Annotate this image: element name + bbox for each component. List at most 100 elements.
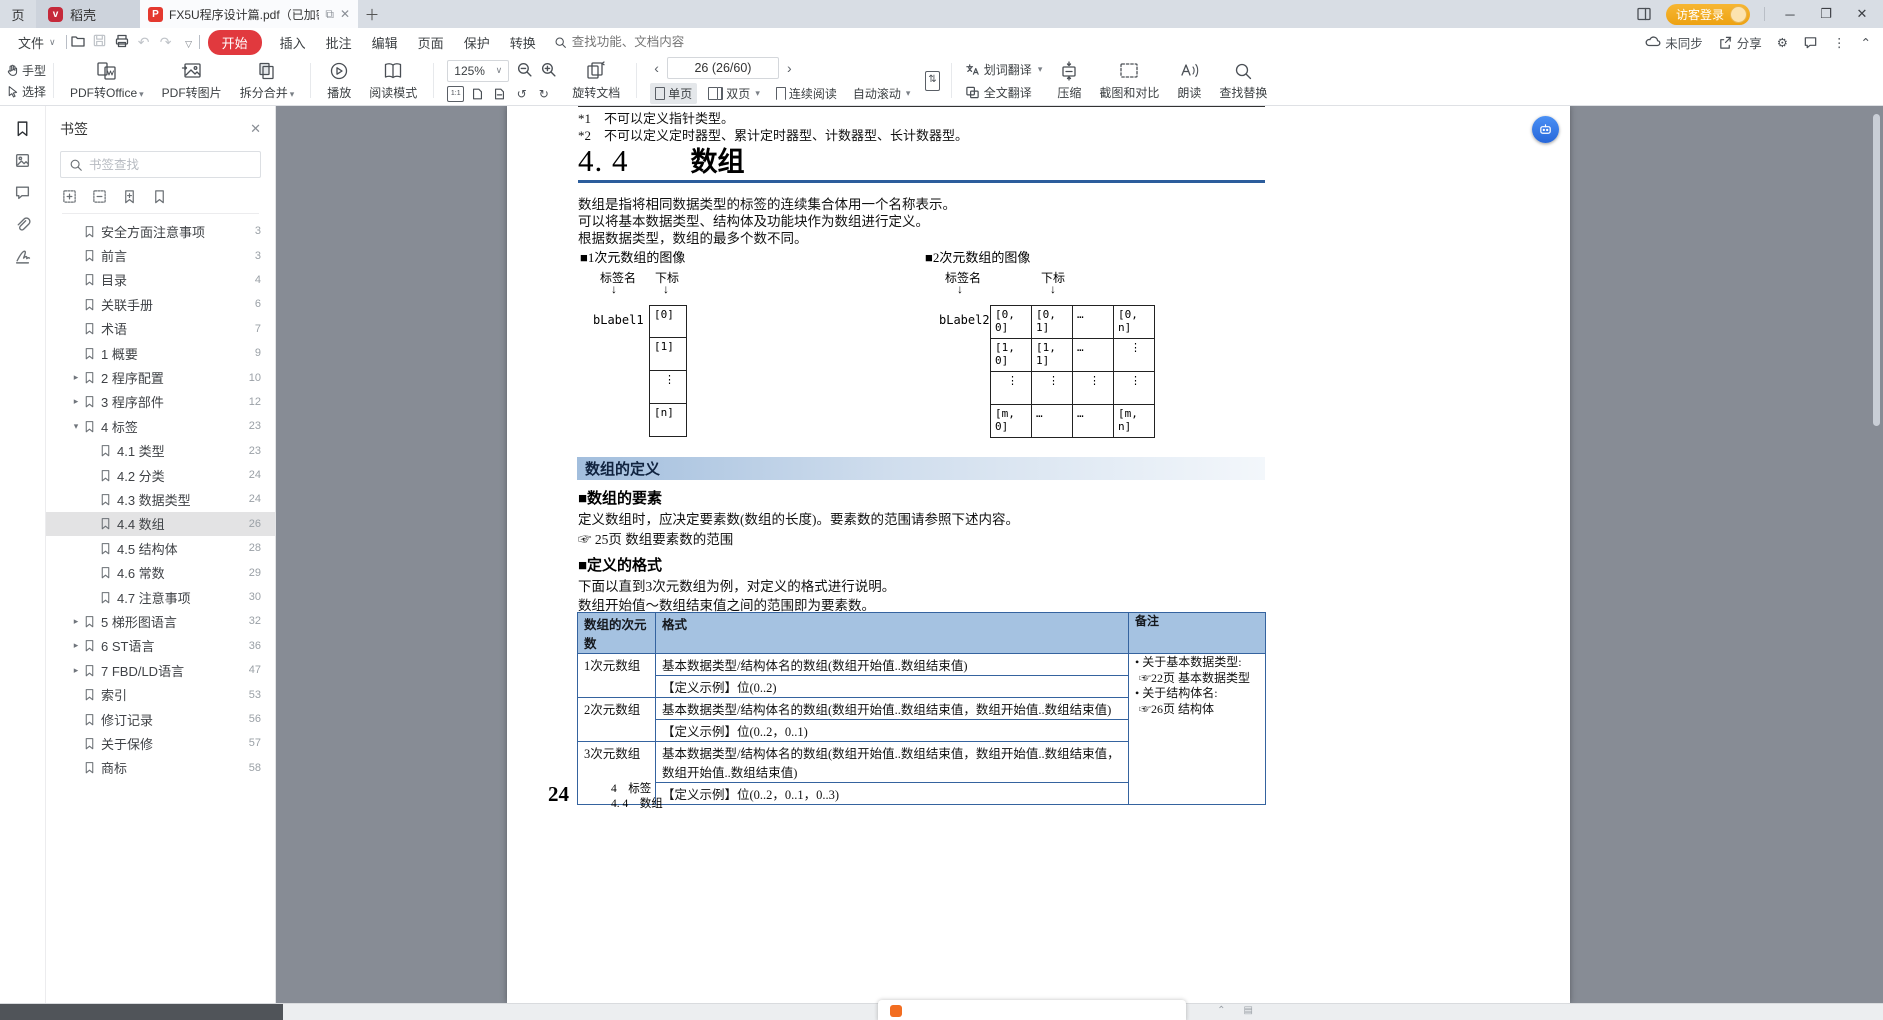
expand-arrow[interactable]: ▸: [69, 396, 83, 407]
guest-login-button[interactable]: 访客登录: [1666, 4, 1750, 25]
rotate-document-button[interactable]: 旋转文档: [563, 58, 629, 103]
bookmark-item[interactable]: 4.7 注意事项30: [46, 585, 275, 609]
bookmark-item[interactable]: ▸6 ST语言36: [46, 634, 275, 658]
expand-all-icon[interactable]: [62, 189, 77, 204]
pdf-to-office-button[interactable]: PDF转Office▾: [61, 58, 153, 103]
taskbar-app-button[interactable]: [878, 1000, 1186, 1020]
expand-arrow[interactable]: ▸: [69, 616, 83, 627]
bookmark-item[interactable]: 4.5 结构体28: [46, 536, 275, 560]
file-menu[interactable]: 文件∨: [8, 33, 66, 52]
bookmark-item[interactable]: ▸2 程序配置10: [46, 365, 275, 389]
bookmark-item[interactable]: 商标58: [46, 756, 275, 780]
split-merge-button[interactable]: 拆分合并▾: [231, 58, 304, 103]
global-search-input[interactable]: [572, 35, 692, 49]
comments-panel-icon[interactable]: [14, 184, 31, 201]
select-tool[interactable]: 选择: [6, 83, 46, 100]
add-bookmark-icon[interactable]: [122, 189, 137, 204]
read-aloud-button[interactable]: 朗读: [1168, 58, 1210, 103]
bookmarks-panel-icon[interactable]: [14, 120, 31, 137]
tab-home[interactable]: 页: [0, 0, 36, 28]
compress-button[interactable]: 压缩: [1048, 58, 1090, 103]
close-window-button[interactable]: ✕: [1851, 6, 1873, 22]
bookmark-item[interactable]: 索引53: [46, 682, 275, 706]
attachments-panel-icon[interactable]: [14, 216, 31, 233]
more-menu-icon[interactable]: ⋮: [1833, 35, 1846, 50]
close-tab-icon[interactable]: ✕: [340, 7, 350, 21]
previous-page-icon[interactable]: ‹: [650, 60, 663, 76]
zoom-out-icon[interactable]: [516, 61, 533, 81]
fit-width-icon[interactable]: [491, 86, 508, 102]
double-page-toggle[interactable]: 双页▾: [703, 83, 765, 104]
new-tab-button[interactable]: ＋: [358, 0, 386, 28]
bookmark-item[interactable]: 关联手册6: [46, 292, 275, 316]
global-search[interactable]: [554, 35, 692, 49]
bookmark-item[interactable]: 1 概要9: [46, 341, 275, 365]
signature-panel-icon[interactable]: [14, 248, 31, 265]
bookmark-item-selected[interactable]: 4.4 数组26: [46, 512, 275, 536]
word-translate-button[interactable]: 划词翻译▾: [965, 61, 1043, 78]
bookmark-item[interactable]: 4.1 类型23: [46, 439, 275, 463]
expand-arrow[interactable]: ▸: [69, 665, 83, 676]
print-icon[interactable]: [111, 33, 133, 52]
zoom-in-icon[interactable]: [540, 61, 557, 81]
bookmark-item[interactable]: 前言3: [46, 243, 275, 267]
actual-size-icon[interactable]: 1:1: [447, 86, 464, 102]
collapse-arrow[interactable]: ▾: [69, 421, 83, 432]
zoom-select[interactable]: 125%∨: [447, 60, 509, 82]
expand-arrow[interactable]: ▸: [69, 372, 83, 383]
bookmark-item[interactable]: 目录4: [46, 268, 275, 292]
expand-arrow[interactable]: ▸: [69, 640, 83, 651]
play-button[interactable]: 播放: [318, 58, 360, 103]
scrollbar-thumb[interactable]: [1873, 114, 1880, 426]
bookmark-item[interactable]: 4.2 分类24: [46, 463, 275, 487]
bookmark-item[interactable]: 4.3 数据类型24: [46, 487, 275, 511]
find-replace-button[interactable]: 查找替换: [1210, 58, 1276, 103]
fit-page-icon[interactable]: [469, 86, 486, 102]
present-icon[interactable]: ⧉: [325, 7, 334, 22]
bookmark-search[interactable]: [60, 151, 261, 178]
rotate-left-icon[interactable]: ↺: [513, 86, 530, 102]
menu-tab-insert[interactable]: 插入: [270, 33, 316, 52]
rotate-right-icon[interactable]: ↻: [535, 86, 552, 102]
open-file-icon[interactable]: [67, 33, 89, 52]
bookmark-item[interactable]: ▸3 程序部件12: [46, 390, 275, 414]
bookmark-item[interactable]: ▾4 标签23: [46, 414, 275, 438]
share-button[interactable]: 分享: [1718, 33, 1762, 52]
screenshot-compare-button[interactable]: 截图和对比: [1090, 58, 1168, 103]
menu-tab-protect[interactable]: 保护: [454, 33, 500, 52]
page-number-input[interactable]: [667, 57, 779, 79]
minimize-button[interactable]: ─: [1779, 7, 1801, 22]
document-canvas[interactable]: *1 不可以定义指针类型。 *2 不可以定义定时器型、累计定时器型、计数器型、长…: [276, 106, 1883, 1003]
tab-store[interactable]: v 稻壳: [36, 0, 140, 28]
thumbnails-panel-icon[interactable]: [14, 152, 31, 169]
read-mode-button[interactable]: 阅读模式: [360, 58, 426, 103]
caret-up-icon[interactable]: ⌃: [1217, 1005, 1225, 1016]
continuous-read-toggle[interactable]: 连续阅读: [771, 83, 842, 104]
next-page-icon[interactable]: ›: [783, 60, 796, 76]
bookmark-item[interactable]: 修订记录56: [46, 707, 275, 731]
menu-tab-home[interactable]: 开始: [208, 30, 262, 55]
hand-tool[interactable]: 手型: [6, 62, 46, 79]
full-translate-button[interactable]: 全文翻译: [965, 84, 1043, 101]
bookmark-item[interactable]: 安全方面注意事项3: [46, 219, 275, 243]
save-icon[interactable]: [89, 33, 111, 51]
collapse-ribbon-icon[interactable]: ⌃: [1861, 35, 1871, 50]
feedback-icon[interactable]: [1803, 35, 1818, 50]
restore-button[interactable]: ❐: [1815, 6, 1837, 22]
assistant-float-button[interactable]: [1532, 116, 1559, 143]
collapse-all-icon[interactable]: [92, 189, 107, 204]
bookmark-item[interactable]: 4.6 常数29: [46, 560, 275, 584]
tray-icon[interactable]: ▤: [1244, 1005, 1253, 1016]
cross-reference-link[interactable]: ☞ 25页 数组要素数的范围: [578, 528, 733, 548]
bookmark-item[interactable]: 关于保修57: [46, 731, 275, 755]
single-page-toggle[interactable]: 单页: [650, 83, 697, 104]
settings-gear-icon[interactable]: ⚙: [1777, 35, 1788, 50]
bookmark-item[interactable]: ▸7 FBD/LD语言47: [46, 658, 275, 682]
menu-tab-convert[interactable]: 转换: [500, 33, 546, 52]
sync-status[interactable]: 未同步: [1645, 33, 1703, 52]
menu-tab-page[interactable]: 页面: [408, 33, 454, 52]
bookmark-icon[interactable]: [152, 189, 167, 204]
menu-tab-edit[interactable]: 编辑: [362, 33, 408, 52]
bookmark-search-input[interactable]: [89, 158, 252, 172]
more-actions-icon[interactable]: ▽: [177, 34, 199, 50]
